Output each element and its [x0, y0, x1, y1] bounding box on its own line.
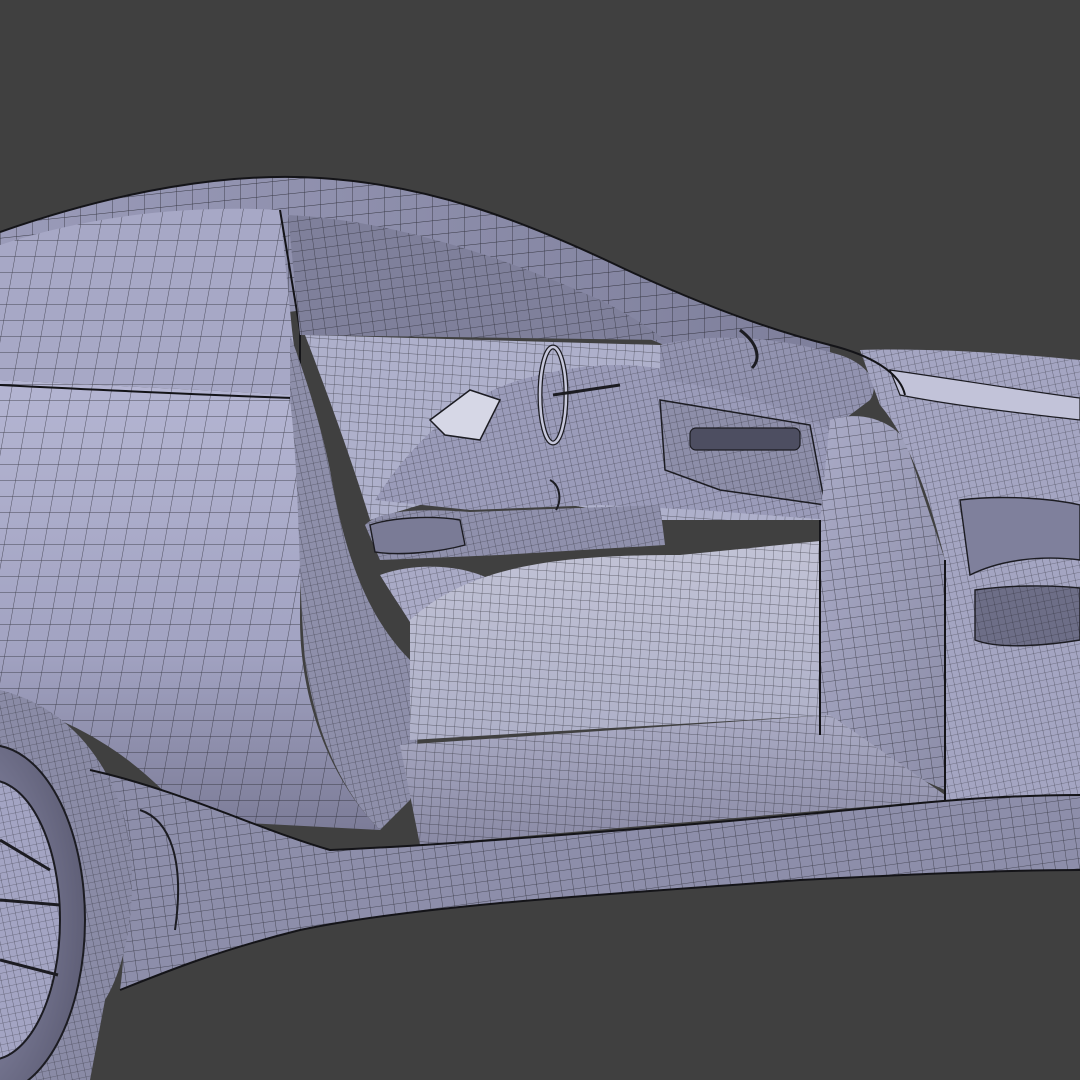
- car-wireframe-render: [0, 0, 1080, 1080]
- 3d-viewport[interactable]: [0, 0, 1080, 1080]
- rear-pillar: [0, 208, 301, 400]
